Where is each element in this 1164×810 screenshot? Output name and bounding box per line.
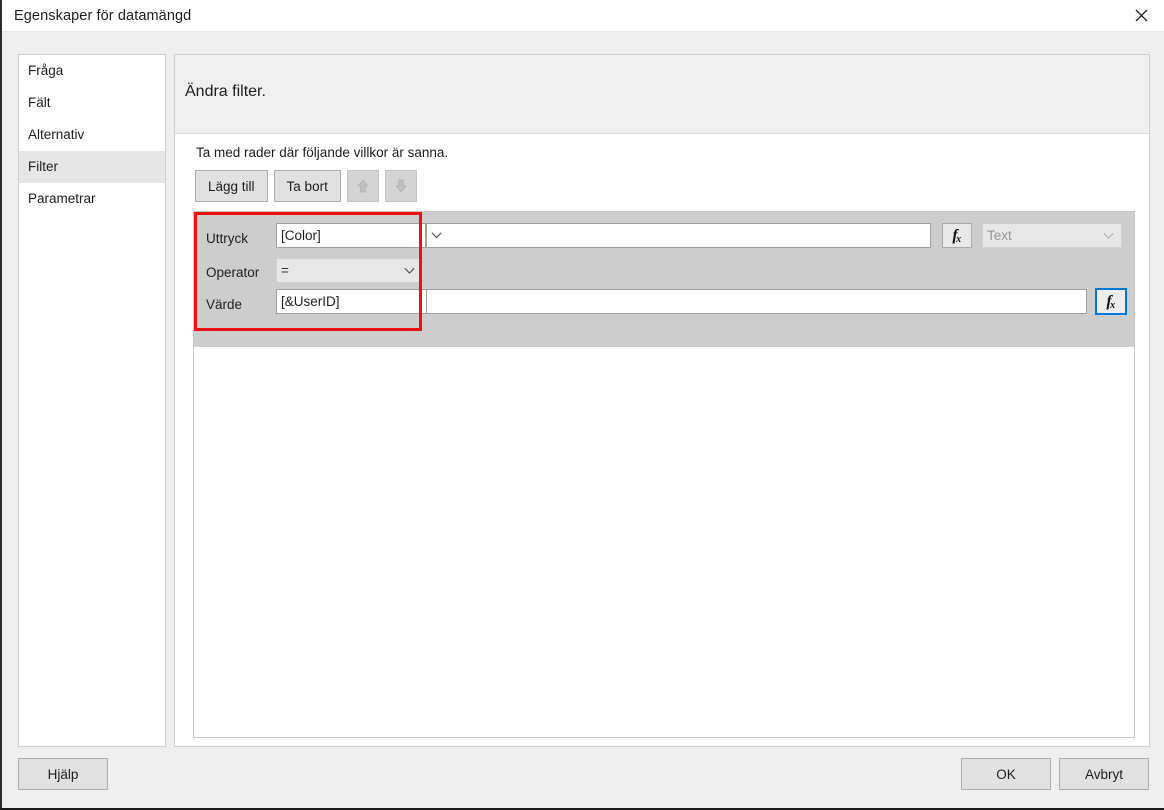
instruction-label: Ta med rader där följande villkor är san…	[196, 145, 448, 160]
dataset-properties-dialog: Egenskaper för datamängd Fråga Fält Alte…	[0, 0, 1164, 810]
sidebar: Fråga Fält Alternativ Filter Parametrar	[18, 54, 166, 747]
ok-button[interactable]: OK	[961, 758, 1051, 790]
move-up-button[interactable]	[347, 170, 379, 202]
close-glyph	[1135, 9, 1148, 22]
expression-datatype-select[interactable]: Text	[982, 223, 1122, 248]
window-title: Egenskaper för datamängd	[14, 8, 191, 24]
title-bar: Egenskaper för datamängd	[2, 0, 1164, 32]
expression-fx-button[interactable]: fx	[942, 223, 972, 248]
cancel-button[interactable]: Avbryt	[1059, 758, 1149, 790]
move-down-button[interactable]	[385, 170, 417, 202]
content-panel: Ändra filter. Ta med rader där följande …	[174, 54, 1150, 747]
remove-filter-button[interactable]: Ta bort	[274, 170, 341, 202]
expression-datatype-value: Text	[987, 228, 1012, 243]
filter-toolbar: Lägg till Ta bort	[195, 170, 417, 202]
arrow-up-icon	[356, 179, 370, 194]
value-label: Värde	[206, 297, 242, 312]
filter-list: Uttryck [Color] fx Text	[193, 211, 1135, 738]
value-input[interactable]: [&UserID]	[276, 289, 426, 314]
operator-select[interactable]: =	[276, 258, 423, 283]
content-header: Ändra filter.	[175, 55, 1149, 134]
expression-label: Uttryck	[206, 231, 248, 246]
sidebar-item-fraga[interactable]: Fråga	[19, 55, 165, 87]
sidebar-item-parametrar[interactable]: Parametrar	[19, 183, 165, 215]
chevron-down-icon	[404, 267, 415, 274]
arrow-down-icon	[394, 179, 408, 194]
chevron-down-icon	[431, 232, 442, 239]
expression-input[interactable]: [Color]	[276, 223, 426, 248]
operator-value: =	[281, 263, 289, 278]
operator-label: Operator	[206, 265, 259, 280]
expression-combo[interactable]	[426, 223, 931, 248]
sidebar-item-label: Alternativ	[28, 127, 84, 142]
sidebar-item-label: Filter	[28, 159, 58, 174]
sidebar-item-label: Fält	[28, 95, 51, 110]
sidebar-item-label: Parametrar	[28, 191, 96, 206]
sidebar-item-filter[interactable]: Filter	[19, 151, 165, 183]
value-fx-button[interactable]: fx	[1095, 288, 1127, 315]
sidebar-item-alternativ[interactable]: Alternativ	[19, 119, 165, 151]
add-filter-button[interactable]: Lägg till	[195, 170, 268, 202]
help-button[interactable]: Hjälp	[18, 758, 108, 790]
close-icon[interactable]	[1118, 0, 1164, 31]
sidebar-item-falt[interactable]: Fält	[19, 87, 165, 119]
chevron-down-icon	[1103, 232, 1114, 239]
filter-row: Uttryck [Color] fx Text	[194, 212, 1134, 347]
sidebar-item-label: Fråga	[28, 63, 63, 78]
fx-icon: fx	[1106, 294, 1115, 310]
fx-icon: fx	[952, 228, 961, 244]
page-title: Ändra filter.	[185, 83, 266, 101]
value-input-extension[interactable]	[426, 289, 1087, 314]
